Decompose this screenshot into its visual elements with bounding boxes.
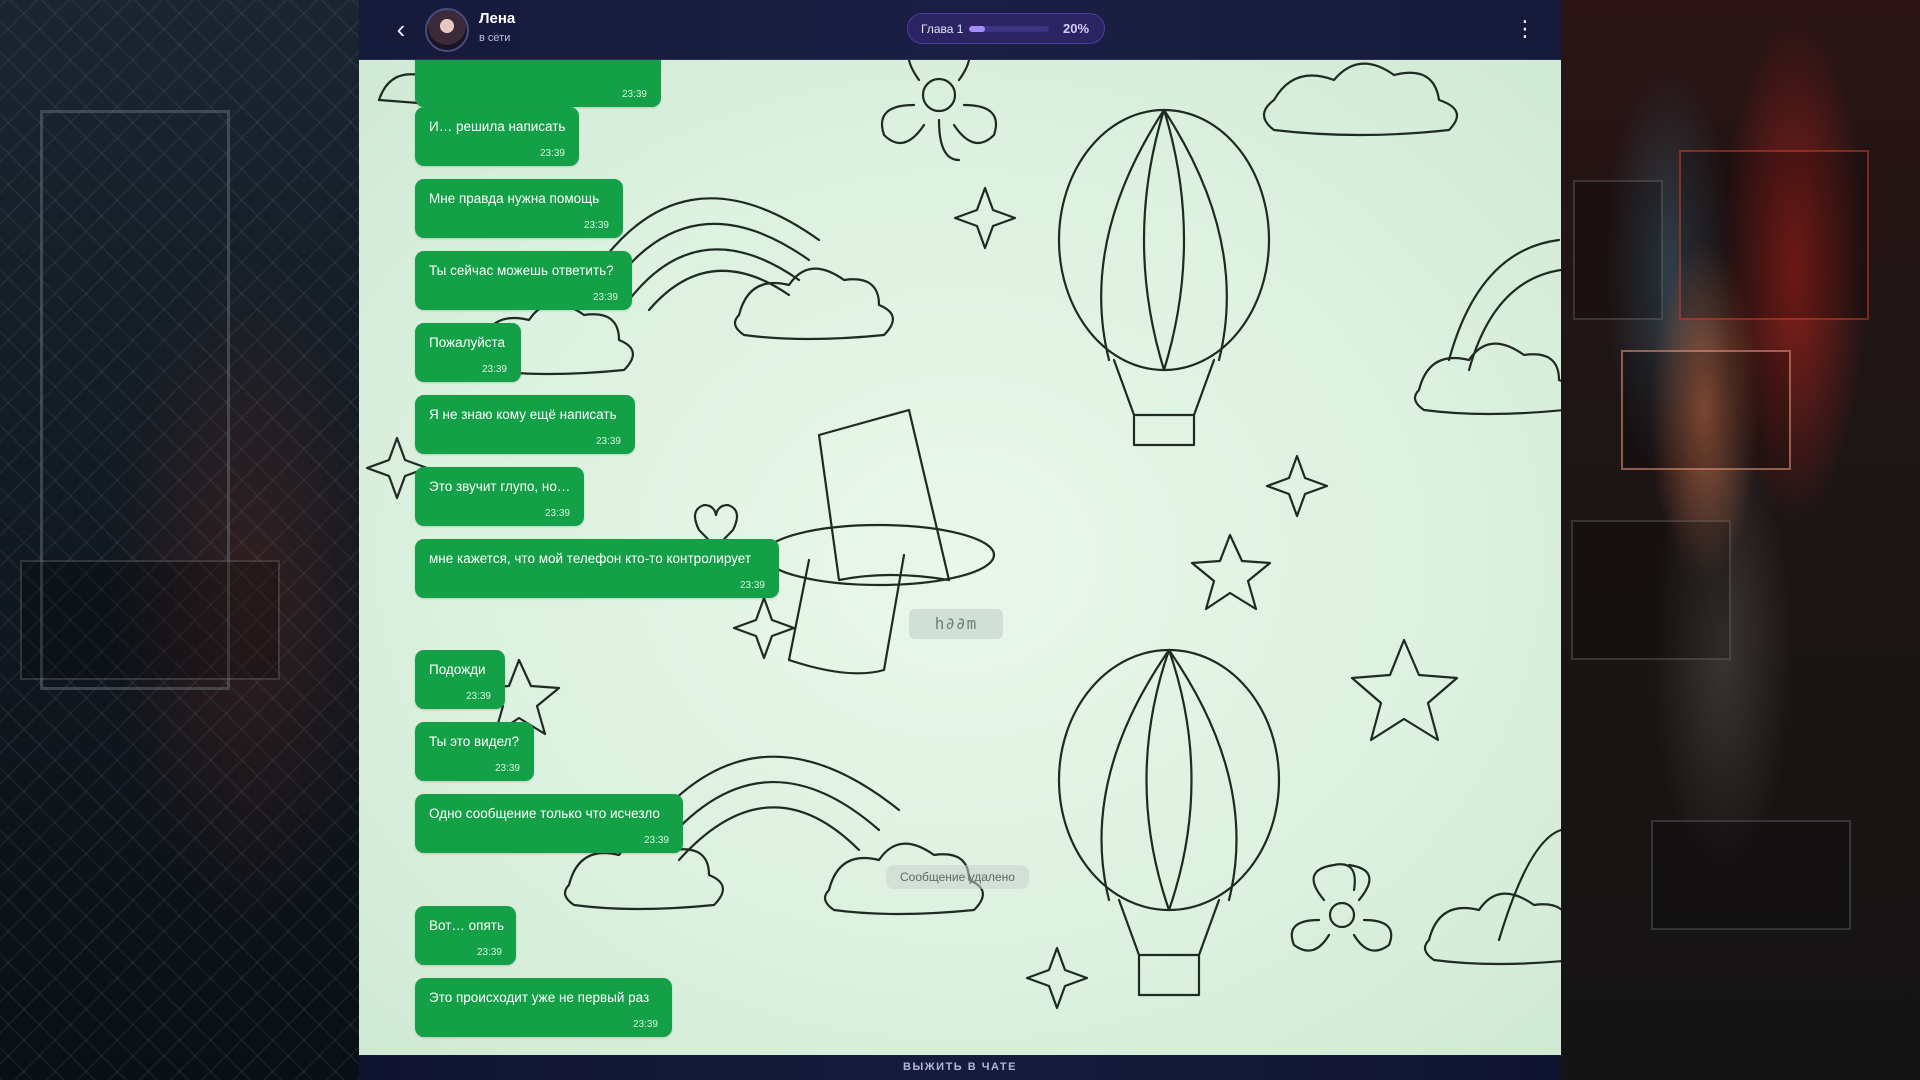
vertical-dots-icon: ⋮ [1514, 16, 1536, 41]
progress-bar [969, 26, 1049, 32]
message-bubble[interactable]: Одно сообщение только что исчезло 23:39 [415, 794, 683, 853]
message-time: 23:39 [481, 364, 507, 375]
message-list[interactable]: 23:39 И… решила написать 23:39 Мне правд… [359, 60, 1561, 1055]
bench-decoration [20, 560, 280, 680]
chapter-progress: Глава 1 20% [907, 13, 1105, 44]
message-time: 23:39 [621, 89, 647, 100]
progress-percent: 20% [1063, 21, 1090, 36]
deleted-message-note: Сообщение удалено [886, 865, 1029, 889]
message-time: 23:39 [465, 691, 491, 702]
footer-label: ВЫЖИТЬ В ЧАТЕ [903, 1061, 1017, 1073]
menu-button[interactable]: ⋮ [1513, 14, 1537, 46]
message-time: 23:39 [476, 947, 502, 958]
message-bubble[interactable]: Мне правда нужна помощь 23:39 [415, 179, 623, 238]
message-text: Это звучит глупо, но… [429, 479, 571, 494]
message-bubble[interactable]: мне кажется, что мой телефон кто-то конт… [415, 539, 779, 598]
glitch-message: h∂∂m [909, 609, 1003, 639]
message-text: Пожалуйста [429, 335, 506, 350]
monitor-decoration [1573, 180, 1663, 320]
message-text: Ты это видел? [429, 734, 520, 749]
chapter-label: Глава 1 [921, 22, 964, 36]
message-text: И… решила написать [429, 119, 566, 134]
message-bubble[interactable]: Это звучит глупо, но… 23:39 [415, 467, 584, 526]
monitor-decoration [1679, 150, 1869, 320]
message-bubble[interactable]: Пожалуйста 23:39 [415, 323, 521, 382]
message-time: 23:39 [739, 580, 765, 591]
chat-window: ‹ Лена в сети Глава 1 20% ⋮ 23:39 И… реш… [359, 0, 1561, 1080]
monitor-decoration [1571, 520, 1731, 660]
message-bubble[interactable]: Подожди 23:39 [415, 650, 505, 709]
message-time: 23:39 [583, 220, 609, 231]
message-bubble[interactable]: И… решила написать 23:39 [415, 107, 579, 166]
message-text: Это происходит уже не первый раз [429, 990, 650, 1005]
monitor-decoration [1621, 350, 1791, 470]
progress-fill [969, 26, 985, 32]
message-text: мне кажется, что мой телефон кто-то конт… [429, 551, 752, 566]
message-time: 23:39 [632, 1019, 658, 1030]
message-time: 23:39 [539, 148, 565, 159]
contact-name: Лена [479, 10, 516, 27]
message-bubble[interactable]: Это происходит уже не первый раз 23:39 [415, 978, 672, 1037]
message-bubble[interactable]: Я не знаю кому ещё написать 23:39 [415, 395, 635, 454]
device-decoration [1651, 820, 1851, 930]
message-bubble[interactable]: 23:39 [415, 60, 661, 107]
message-bubble[interactable]: Вот… опять 23:39 [415, 906, 516, 965]
left-backdrop [0, 0, 359, 1080]
message-time: 23:39 [643, 835, 669, 846]
message-text: Я не знаю кому ещё написать [429, 407, 617, 422]
message-bubble[interactable]: Ты сейчас можешь ответить? 23:39 [415, 251, 632, 310]
chevron-left-icon: ‹ [396, 14, 406, 44]
message-time: 23:39 [595, 436, 621, 447]
message-time: 23:39 [592, 292, 618, 303]
contact-status: в сети [479, 32, 511, 44]
right-backdrop [1561, 0, 1920, 1080]
survive-chat-button[interactable]: ВЫЖИТЬ В ЧАТЕ [359, 1055, 1561, 1080]
back-button[interactable]: ‹ [385, 14, 417, 46]
message-text: Подожди [429, 662, 486, 677]
message-text: Ты сейчас можешь ответить? [429, 263, 614, 278]
message-time: 23:39 [544, 508, 570, 519]
message-time: 23:39 [494, 763, 520, 774]
chat-header: ‹ Лена в сети Глава 1 20% ⋮ [359, 0, 1561, 60]
message-text: Вот… опять [429, 918, 504, 933]
avatar[interactable] [425, 8, 469, 52]
message-text: Мне правда нужна помощь [429, 191, 600, 206]
message-bubble[interactable]: Ты это видел? 23:39 [415, 722, 534, 781]
message-text: Одно сообщение только что исчезло [429, 806, 660, 821]
